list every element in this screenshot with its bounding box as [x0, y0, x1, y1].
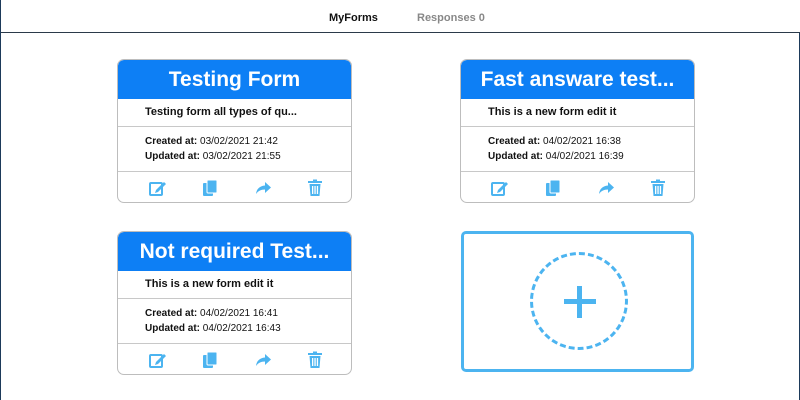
created-label: Created at: [488, 136, 541, 147]
edit-icon[interactable] [149, 351, 167, 369]
add-form-button[interactable] [461, 231, 694, 372]
created-value: 04/02/2021 16:41 [200, 308, 278, 319]
created-label: Created at: [145, 136, 198, 147]
card-actions [461, 172, 694, 202]
app-frame: MyForms Responses 0 Testing Form Testing… [0, 0, 800, 400]
share-icon[interactable] [254, 351, 272, 369]
card-actions [118, 344, 351, 374]
updated-label: Updated at: [145, 151, 200, 162]
share-icon[interactable] [597, 179, 615, 197]
form-description: Testing form all types of qu... [118, 99, 351, 127]
card-actions [118, 172, 351, 202]
plus-icon [577, 286, 582, 318]
trash-icon[interactable] [306, 351, 324, 369]
form-dates: Created at: 04/02/2021 16:38 Updated at:… [461, 127, 694, 172]
form-title[interactable]: Fast answare test... [461, 60, 694, 99]
updated-value: 04/02/2021 16:39 [545, 151, 624, 162]
created-value: 04/02/2021 16:38 [543, 136, 621, 147]
updated-label: Updated at: [488, 151, 543, 162]
share-icon[interactable] [254, 179, 272, 197]
form-title[interactable]: Testing Form [118, 60, 351, 99]
form-title[interactable]: Not required Test... [118, 232, 351, 271]
form-card[interactable]: Fast answare test... This is a new form … [460, 59, 695, 203]
form-description: This is a new form edit it [461, 99, 694, 127]
form-card[interactable]: Testing Form Testing form all types of q… [117, 59, 352, 203]
updated-value: 03/02/2021 21:55 [202, 151, 281, 162]
edit-icon[interactable] [149, 179, 167, 197]
trash-icon[interactable] [306, 179, 324, 197]
updated-value: 04/02/2021 16:43 [202, 323, 281, 334]
updated-label: Updated at: [145, 323, 200, 334]
add-circle [530, 252, 628, 350]
copy-icon[interactable] [544, 179, 562, 197]
form-dates: Created at: 03/02/2021 21:42 Updated at:… [118, 127, 351, 172]
form-dates: Created at: 04/02/2021 16:41 Updated at:… [118, 299, 351, 344]
copy-icon[interactable] [201, 351, 219, 369]
edit-icon[interactable] [491, 179, 509, 197]
top-nav: MyForms Responses 0 [1, 0, 800, 33]
copy-icon[interactable] [201, 179, 219, 197]
trash-icon[interactable] [649, 179, 667, 197]
created-label: Created at: [145, 308, 198, 319]
created-value: 03/02/2021 21:42 [200, 136, 278, 147]
tab-myforms[interactable]: MyForms [329, 12, 378, 24]
form-card[interactable]: Not required Test... This is a new form … [117, 231, 352, 375]
form-description: This is a new form edit it [118, 271, 351, 299]
tab-responses[interactable]: Responses 0 [417, 12, 485, 24]
